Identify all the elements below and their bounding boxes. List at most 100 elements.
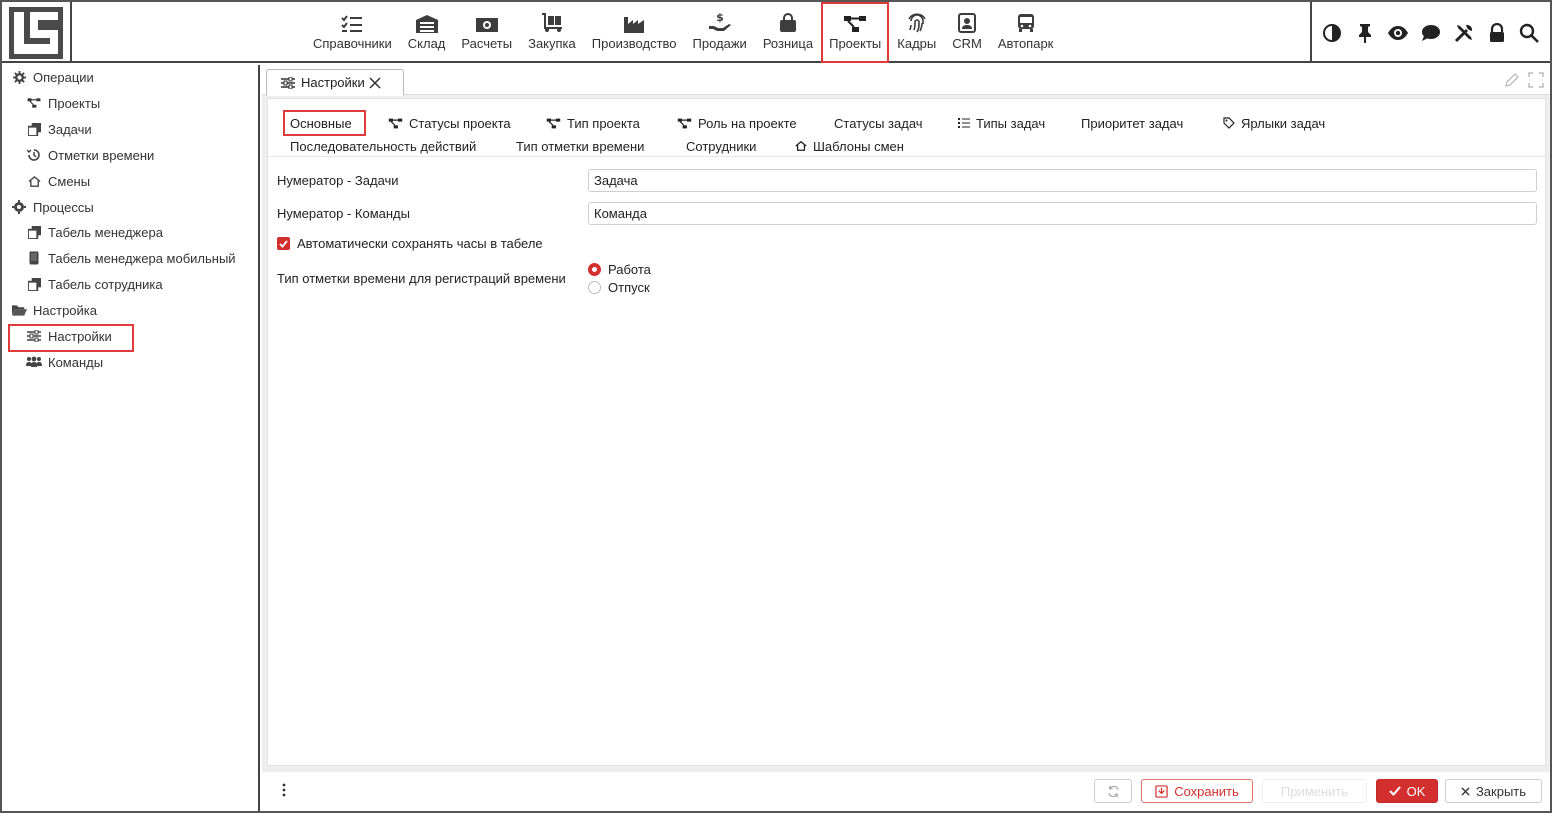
subtab-main[interactable]: Основные [283, 110, 366, 136]
module-sales[interactable]: $ Продажи [685, 2, 755, 63]
view-button[interactable] [1384, 19, 1412, 47]
sidebar-nav: Операции Проекты Задачи Отметки времени … [2, 65, 260, 811]
home-outline-icon [795, 140, 807, 151]
module-fleet[interactable]: Автопарк [990, 2, 1062, 63]
checkbox-checked[interactable] [277, 237, 290, 250]
ok-button[interactable]: OK [1376, 779, 1438, 803]
module-production[interactable]: Производство [584, 2, 685, 63]
module-retail[interactable]: Розница [755, 2, 821, 63]
search-button[interactable] [1515, 19, 1543, 47]
users-icon [26, 356, 42, 367]
module-references[interactable]: Справочники [305, 2, 400, 63]
module-crm[interactable]: CRM [944, 2, 990, 63]
subtab-label: Сотрудники [686, 138, 757, 154]
module-label: Производство [591, 36, 677, 51]
sidebar-item-label: Табель сотрудника [48, 276, 163, 292]
module-label: Проекты [829, 36, 882, 51]
close-tab-button[interactable] [369, 76, 381, 89]
subtab-project-statuses[interactable]: Статусы проекта [388, 113, 511, 133]
logo-icon [9, 6, 63, 59]
sidebar-item-label: Проекты [48, 95, 101, 111]
autosave-hours-checkbox[interactable]: Автоматически сохранять часы в табеле [277, 236, 543, 251]
contrast-icon [1323, 23, 1342, 42]
project-diagram-icon [844, 16, 867, 32]
radio-button[interactable] [588, 281, 601, 294]
save-button[interactable]: Сохранить [1141, 779, 1253, 803]
subtab-task-priority[interactable]: Приоритет задач [1081, 113, 1183, 133]
tools-button[interactable] [1450, 19, 1478, 47]
team-numerator-input[interactable] [588, 202, 1537, 225]
close-button[interactable]: Закрыть [1445, 779, 1542, 803]
app-logo[interactable] [2, 2, 72, 63]
tab-actions [1504, 72, 1544, 91]
module-label: Кадры [897, 36, 937, 51]
sidebar-item-label: Команды [48, 354, 104, 370]
more-actions-button[interactable] [282, 783, 286, 800]
sidebar-item-manager-timesheet-mobile[interactable]: Табель менеджера мобильный [26, 247, 236, 269]
module-payments[interactable]: Расчеты [453, 2, 520, 63]
autosave-hours-label: Автоматически сохранять часы в табеле [297, 236, 543, 251]
document-tab-label: Настройки [301, 75, 365, 90]
sidebar-item-teams[interactable]: Команды [26, 351, 103, 373]
module-label: Закупка [528, 36, 576, 51]
sidebar-item-label: Табель менеджера мобильный [48, 250, 236, 266]
sidebar-group-label: Процессы [33, 199, 94, 215]
lock-button[interactable] [1483, 19, 1511, 47]
subtab-employees[interactable]: Сотрудники [686, 136, 756, 156]
sidebar-item-label: Отметки времени [48, 147, 155, 163]
clone-icon [27, 122, 41, 136]
subtab-shift-templates[interactable]: Шаблоны смен [795, 136, 904, 156]
tools-icon [1454, 24, 1472, 42]
sidebar-item-projects[interactable]: Проекты [26, 92, 100, 114]
edit-button[interactable] [1504, 72, 1520, 91]
sidebar-item-manager-timesheet[interactable]: Табель менеджера [26, 221, 163, 243]
sidebar-group-setup[interactable]: Настройка [11, 299, 97, 321]
subtab-project-role[interactable]: Роль на проекте [677, 113, 797, 133]
radio-option-work[interactable]: Работа [588, 262, 651, 277]
subtab-task-types[interactable]: Типы задач [958, 113, 1045, 133]
sidebar-group-label: Настройка [33, 302, 97, 318]
module-label: Продажи [692, 36, 747, 51]
comments-button[interactable] [1417, 19, 1445, 47]
subtab-label: Шаблоны смен [813, 138, 904, 154]
fullscreen-button[interactable] [1528, 72, 1544, 91]
module-purchasing[interactable]: Закупка [520, 2, 584, 63]
radio-button-selected[interactable] [588, 263, 601, 276]
module-label: CRM [952, 36, 982, 51]
subtab-project-type[interactable]: Тип проекта [546, 113, 640, 133]
refresh-icon [1107, 785, 1119, 797]
top-bar: Справочники Склад Расчеты Закупка Произв… [2, 2, 1550, 63]
module-warehouse[interactable]: Склад [400, 2, 454, 63]
check-icon [279, 239, 288, 248]
module-hr[interactable]: Кадры [889, 2, 944, 63]
apply-button[interactable]: Применить [1262, 779, 1367, 803]
document-tab-settings[interactable]: Настройки [266, 69, 404, 96]
ok-button-label: OK [1406, 783, 1426, 799]
contact-card-icon [958, 13, 977, 33]
subtab-action-sequence[interactable]: Последовательность действий [290, 136, 476, 156]
clone-icon [27, 277, 41, 291]
subtab-task-statuses[interactable]: Статусы задач [834, 113, 923, 133]
contrast-button[interactable] [1318, 19, 1346, 47]
pin-button[interactable] [1351, 19, 1379, 47]
refresh-button[interactable] [1094, 779, 1132, 803]
task-numerator-input[interactable] [588, 169, 1537, 192]
project-diagram-icon [27, 98, 41, 108]
sidebar-group-operations[interactable]: Операции [11, 66, 94, 88]
subtab-task-labels[interactable]: Ярлыки задач [1223, 113, 1325, 133]
sidebar-item-label: Настройки [48, 328, 112, 344]
subtab-label: Ярлыки задач [1241, 115, 1326, 131]
subtab-time-mark-type[interactable]: Тип отметки времени [516, 136, 644, 156]
module-label: Склад [407, 36, 446, 51]
sliders-icon [281, 76, 295, 89]
sidebar-item-shifts[interactable]: Смены [26, 170, 90, 192]
sidebar-item-settings[interactable]: Настройки [26, 325, 112, 347]
sidebar-group-processes[interactable]: Процессы [11, 196, 94, 218]
sidebar-item-time-marks[interactable]: Отметки времени [26, 144, 154, 166]
list-icon [958, 118, 970, 128]
module-projects[interactable]: Проекты [821, 2, 890, 63]
sidebar-item-employee-timesheet[interactable]: Табель сотрудника [26, 273, 163, 295]
sidebar-item-tasks[interactable]: Задачи [26, 118, 92, 140]
radio-option-vacation[interactable]: Отпуск [588, 280, 650, 295]
list-check-icon [341, 15, 363, 32]
